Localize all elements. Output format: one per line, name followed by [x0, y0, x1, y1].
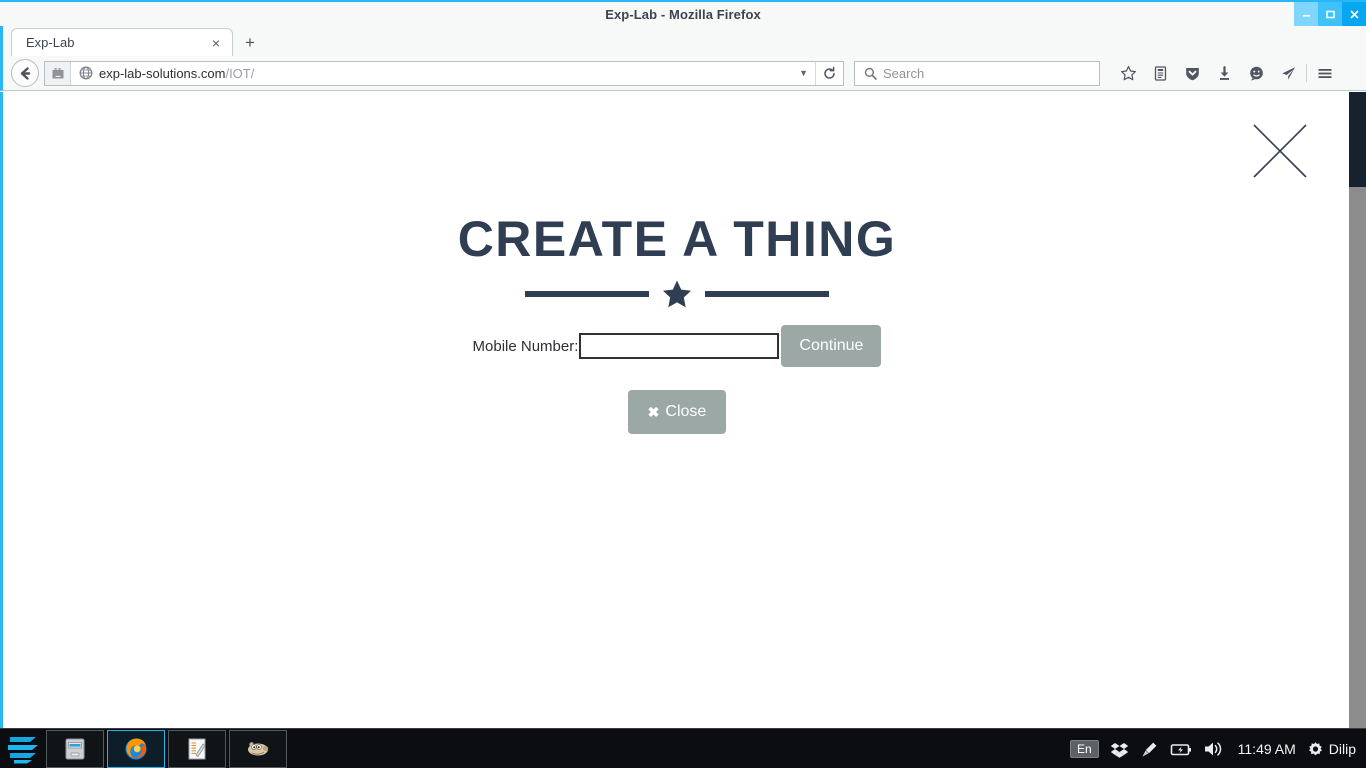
- close-button-label: Close: [665, 403, 706, 421]
- url-bar[interactable]: exp-lab-solutions.com/IOT/ ▼: [44, 61, 844, 86]
- back-button[interactable]: [11, 59, 39, 87]
- gimp-wilber-icon: [244, 736, 272, 762]
- back-arrow-icon: [17, 65, 34, 82]
- star-divider-icon: [661, 278, 693, 310]
- divider-bar-right: [705, 291, 829, 297]
- toolbar-icons: [1112, 59, 1341, 87]
- user-name-label[interactable]: Dilip: [1329, 741, 1356, 757]
- maximize-button[interactable]: [1318, 2, 1342, 26]
- taskbar-item-text-editor[interactable]: [168, 730, 226, 768]
- system-tray: En: [1059, 729, 1366, 769]
- close-x-icon: [1251, 122, 1309, 180]
- close-button-row: ✖ Close: [3, 390, 1351, 434]
- window-controls: [1294, 2, 1366, 26]
- close-window-button[interactable]: [1342, 2, 1366, 26]
- page-close-x-button[interactable]: [1251, 122, 1309, 180]
- browser-tab[interactable]: Exp-Lab ×: [11, 28, 233, 56]
- eyedropper-icon[interactable]: [1140, 740, 1159, 759]
- navigation-toolbar: exp-lab-solutions.com/IOT/ ▼ Search: [0, 56, 1366, 91]
- taskbar-item-gimp[interactable]: [229, 730, 287, 768]
- window-title-bar: Exp-Lab - Mozilla Firefox: [0, 0, 1366, 26]
- tab-close-icon[interactable]: ×: [212, 36, 220, 50]
- reload-icon: [822, 66, 837, 81]
- close-icon: [1349, 9, 1360, 20]
- minimize-icon: [1301, 9, 1312, 20]
- page-viewport: CREATE A THING Mobile Number: Continue ✖…: [0, 92, 1366, 728]
- web-page: CREATE A THING Mobile Number: Continue ✖…: [3, 92, 1351, 728]
- taskbar-item-file-manager[interactable]: [46, 730, 104, 768]
- new-tab-button[interactable]: +: [239, 31, 261, 53]
- keyboard-layout-indicator[interactable]: En: [1070, 740, 1099, 758]
- battery-icon[interactable]: [1170, 741, 1192, 758]
- maximize-icon: [1325, 9, 1336, 20]
- mobile-number-input[interactable]: [579, 333, 779, 359]
- search-placeholder: Search: [883, 66, 924, 81]
- close-x-glyph-icon: ✖: [648, 404, 660, 421]
- paper-plane-icon[interactable]: [1272, 59, 1304, 87]
- text-editor-icon: [184, 736, 210, 762]
- dropbox-icon[interactable]: [1110, 740, 1129, 759]
- scrollbar-thumb[interactable]: [1349, 92, 1366, 187]
- search-icon: [864, 67, 877, 80]
- file-manager-icon: [62, 736, 88, 762]
- volume-icon[interactable]: [1203, 740, 1224, 758]
- pocket-shield-icon[interactable]: [1176, 59, 1208, 87]
- download-arrow-icon[interactable]: [1208, 59, 1240, 87]
- gear-icon[interactable]: [1307, 741, 1324, 758]
- tab-bar: Exp-Lab × +: [0, 26, 1366, 56]
- divider-bar-left: [525, 291, 649, 297]
- toolbar-separator: [1306, 64, 1307, 82]
- url-path: /IOT/: [225, 66, 254, 81]
- taskbar-clock[interactable]: 11:49 AM: [1238, 741, 1296, 757]
- system-taskbar: En: [0, 728, 1366, 768]
- close-overlay-button[interactable]: ✖ Close: [628, 390, 727, 434]
- url-domain: exp-lab-solutions.com: [99, 66, 225, 81]
- firefox-icon: [123, 736, 149, 762]
- tab-title: Exp-Lab: [26, 35, 212, 50]
- minimize-button[interactable]: [1294, 2, 1318, 26]
- zorin-logo-icon[interactable]: [0, 729, 46, 769]
- page-scrollbar[interactable]: [1349, 92, 1366, 728]
- hamburger-menu-icon[interactable]: [1309, 59, 1341, 87]
- taskbar-item-firefox[interactable]: [107, 730, 165, 768]
- taskbar-items: [46, 730, 290, 768]
- url-dropdown-icon[interactable]: ▼: [792, 68, 815, 78]
- mobile-number-label: Mobile Number:: [473, 338, 579, 355]
- search-box[interactable]: Search: [854, 61, 1100, 86]
- window-title: Exp-Lab - Mozilla Firefox: [605, 7, 761, 22]
- url-text: exp-lab-solutions.com/IOT/: [99, 66, 792, 81]
- star-divider: [3, 278, 1351, 310]
- bookmark-star-icon[interactable]: [1112, 59, 1144, 87]
- mobile-number-form: Mobile Number: Continue: [3, 325, 1351, 367]
- page-title: CREATE A THING: [3, 210, 1351, 268]
- reader-list-icon[interactable]: [1144, 59, 1176, 87]
- continue-button[interactable]: Continue: [781, 325, 881, 367]
- site-identity-icon[interactable]: [45, 62, 71, 85]
- globe-icon: [79, 66, 93, 80]
- chat-bubble-icon[interactable]: [1240, 59, 1272, 87]
- reload-button[interactable]: [815, 62, 843, 85]
